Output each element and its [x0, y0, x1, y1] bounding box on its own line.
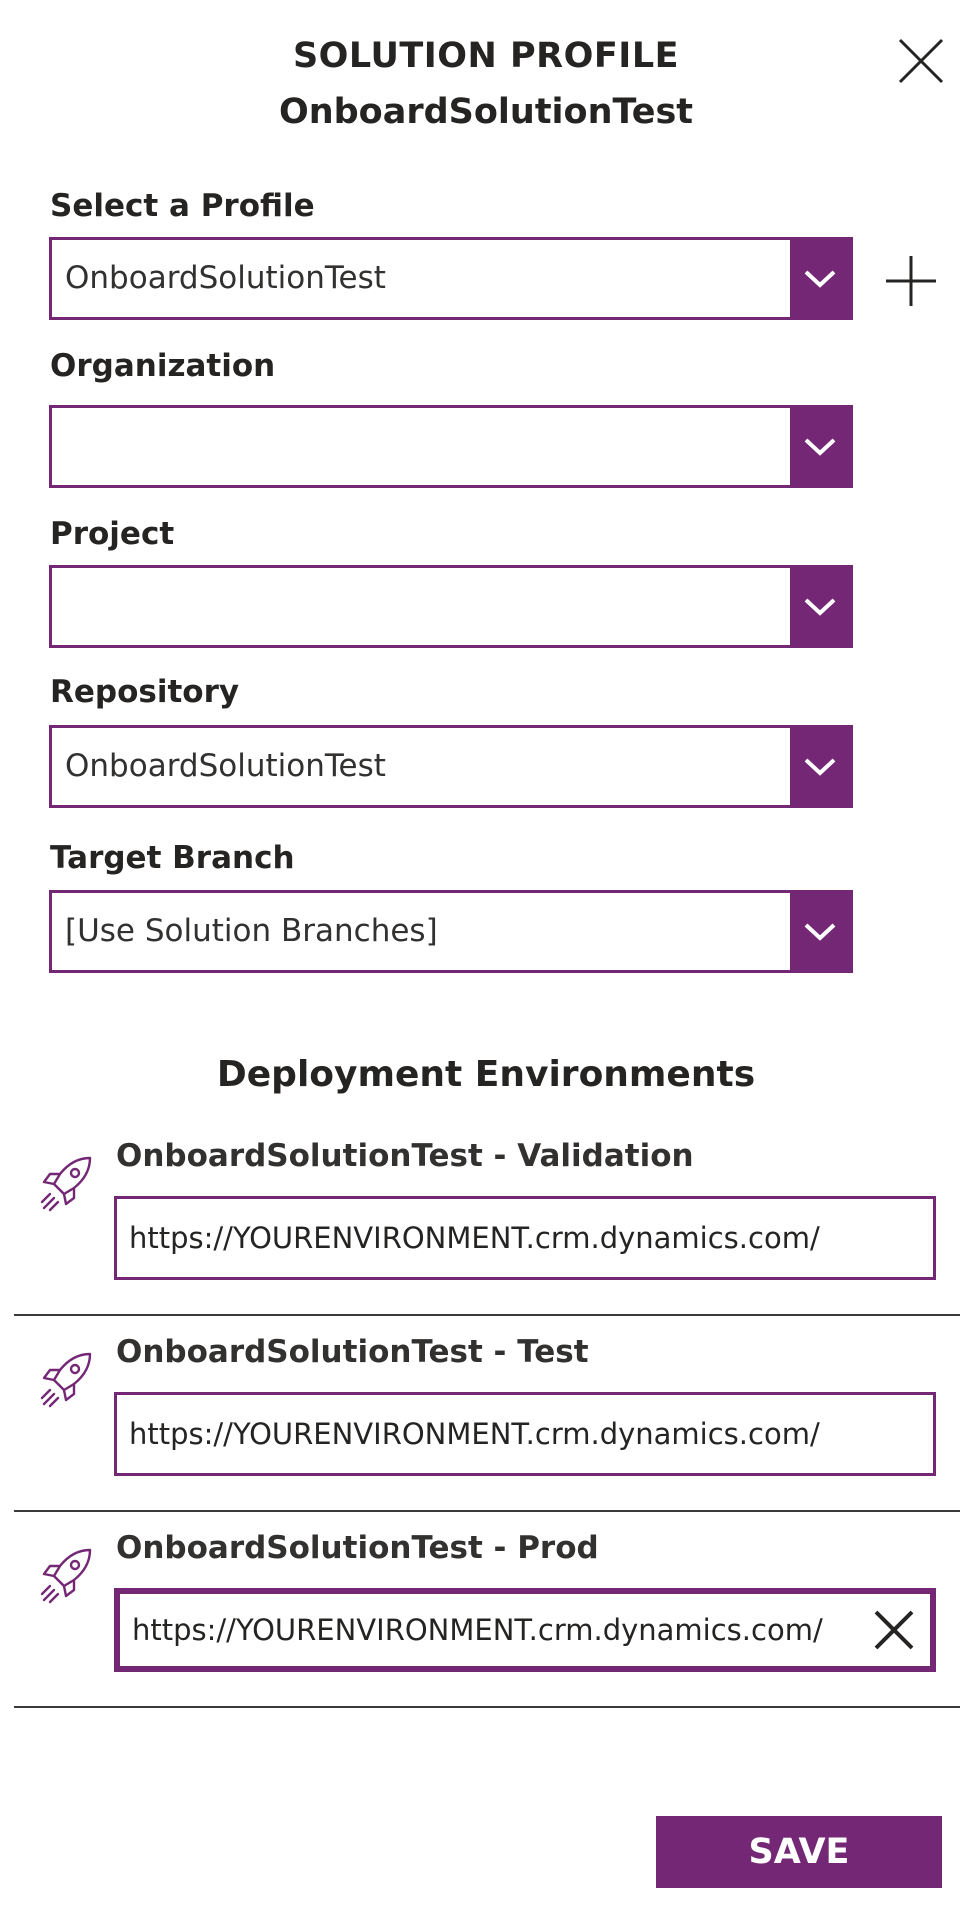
environment-url-input[interactable]: [114, 1196, 936, 1280]
page-subtitle: OnboardSolutionTest: [278, 92, 694, 132]
environment-url-input[interactable]: [114, 1588, 936, 1672]
target-branch-value: [Use Solution Branches]: [65, 913, 438, 949]
chevron-down-icon[interactable]: [790, 568, 850, 645]
repository-label: Repository: [50, 674, 240, 710]
profile-value: OnboardSolutionTest: [65, 260, 386, 296]
clear-icon: [874, 1610, 914, 1650]
project-label: Project: [50, 516, 175, 552]
environment-url-input[interactable]: [114, 1392, 936, 1476]
environment-row: OnboardSolutionTest - Test: [14, 1316, 960, 1512]
organization-dropdown[interactable]: [49, 405, 853, 488]
environment-row: OnboardSolutionTest - Validation: [14, 1120, 960, 1316]
save-button[interactable]: SAVE: [656, 1816, 942, 1888]
target-branch-label: Target Branch: [50, 840, 295, 876]
close-button[interactable]: [896, 36, 946, 86]
rocket-icon: [40, 1352, 92, 1408]
repository-dropdown[interactable]: OnboardSolutionTest: [49, 725, 853, 808]
rocket-icon: [40, 1156, 92, 1212]
add-profile-button[interactable]: [884, 254, 938, 308]
profile-label: Select a Profile: [50, 188, 315, 224]
environment-label: OnboardSolutionTest - Validation: [116, 1138, 694, 1174]
panel-header: SOLUTION PROFILE OnboardSolutionTest: [0, 0, 972, 150]
target-branch-dropdown[interactable]: [Use Solution Branches]: [49, 890, 853, 973]
plus-icon: [886, 256, 936, 306]
chevron-down-icon[interactable]: [790, 240, 850, 317]
project-dropdown[interactable]: [49, 565, 853, 648]
profile-dropdown[interactable]: OnboardSolutionTest: [49, 237, 853, 320]
organization-label: Organization: [50, 348, 276, 384]
chevron-down-icon[interactable]: [790, 893, 850, 970]
clear-input-button[interactable]: [872, 1608, 916, 1652]
page-title: SOLUTION PROFILE: [292, 36, 680, 76]
chevron-down-icon[interactable]: [790, 728, 850, 805]
environment-label: OnboardSolutionTest - Test: [116, 1334, 589, 1370]
repository-value: OnboardSolutionTest: [65, 748, 386, 784]
environment-label: OnboardSolutionTest - Prod: [116, 1530, 599, 1566]
rocket-icon: [40, 1548, 92, 1604]
chevron-down-icon[interactable]: [790, 408, 850, 485]
close-icon: [898, 38, 944, 84]
environment-row: OnboardSolutionTest - Prod: [14, 1512, 960, 1708]
deployment-section-title: Deployment Environments: [216, 1054, 756, 1095]
